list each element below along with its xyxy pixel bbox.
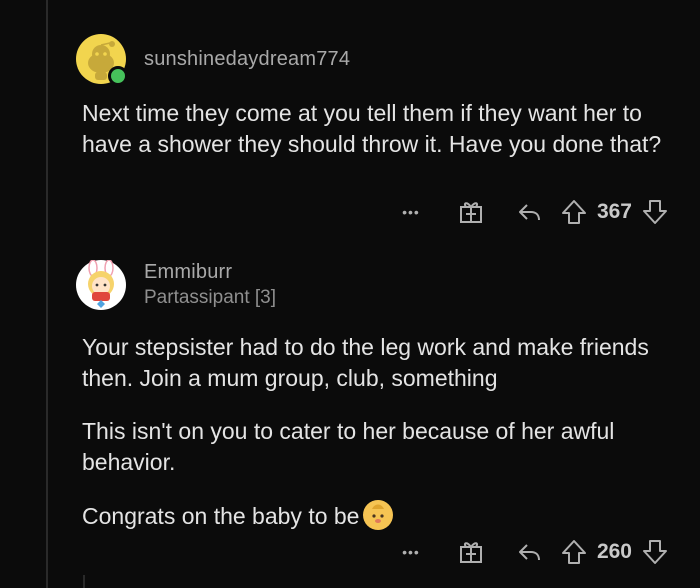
comment-actions: ••• 260	[391, 538, 672, 566]
user-flair: Partassipant [3]	[144, 287, 277, 308]
comment-paragraph: This isn't on you to cater to her becaus…	[82, 418, 615, 475]
reply-button[interactable]	[501, 198, 557, 226]
reply-button[interactable]	[501, 538, 557, 566]
award-gift-icon	[459, 202, 482, 223]
thread-line[interactable]	[46, 0, 48, 588]
comment-header: sunshinedaydream774	[76, 34, 350, 86]
more-options-button[interactable]: •••	[391, 204, 431, 220]
vote-score: 260	[596, 540, 632, 563]
baby-emoji-icon	[363, 500, 394, 530]
downvote-button[interactable]	[638, 538, 672, 566]
upvote-arrow-icon	[561, 200, 586, 224]
downvote-button[interactable]	[638, 198, 672, 226]
award-gift-icon	[459, 542, 482, 563]
user-avatar[interactable]	[76, 34, 128, 86]
username[interactable]: Emmiburr	[144, 261, 276, 284]
comment-header: Emmiburr Partassipant [3]	[76, 259, 276, 310]
comment-paragraph: Congrats on the baby to be	[82, 500, 682, 532]
award-button[interactable]	[443, 538, 499, 566]
username[interactable]: sunshinedaydream774	[144, 48, 350, 71]
child-thread-line[interactable]	[83, 575, 85, 588]
reply-arrow-icon	[518, 204, 540, 221]
comment-text: Congrats on the baby to be	[82, 503, 360, 529]
comment-actions: ••• 367	[391, 198, 672, 226]
comment-paragraph: Next time they come at you tell them if …	[82, 100, 662, 157]
comment-paragraph: Your stepsister had to do the leg work a…	[82, 334, 649, 391]
user-info: Emmiburr Partassipant [3]	[144, 261, 276, 309]
reply-arrow-icon	[518, 544, 540, 561]
user-avatar[interactable]	[76, 259, 126, 310]
downvote-arrow-icon	[643, 200, 667, 224]
custom-avatar-icon	[88, 259, 114, 308]
upvote-arrow-icon	[561, 540, 586, 564]
comment-body: Next time they come at you tell them if …	[82, 98, 682, 160]
award-button[interactable]	[443, 198, 499, 226]
downvote-arrow-icon	[643, 540, 667, 564]
upvote-button[interactable]	[557, 198, 591, 226]
online-status-dot	[108, 66, 128, 86]
more-options-button[interactable]: •••	[391, 544, 431, 560]
upvote-button[interactable]	[557, 538, 591, 566]
vote-score: 367	[596, 200, 632, 223]
comment-body: Your stepsister had to do the leg work a…	[82, 332, 682, 532]
